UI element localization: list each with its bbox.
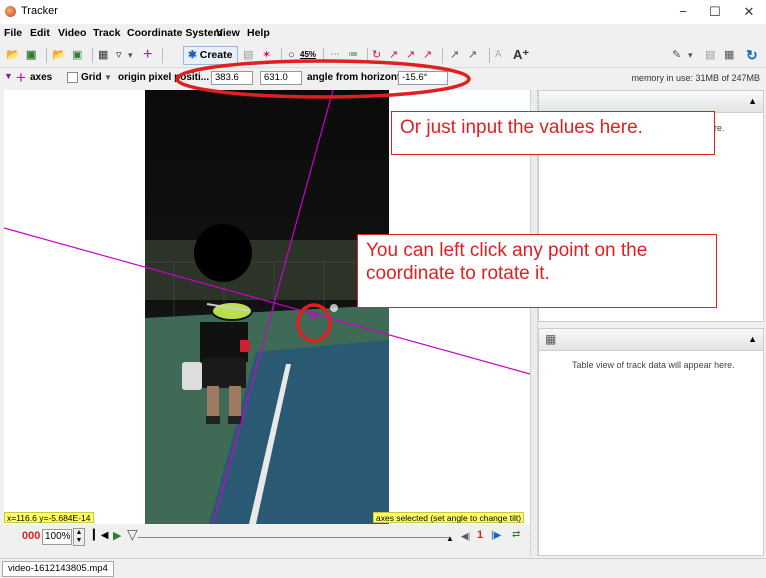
- callout-rotate-axes: You can left click any point on the coor…: [357, 234, 717, 308]
- input-fields-highlight: [175, 59, 471, 99]
- callout-input-values: Or just input the values here.: [391, 111, 715, 155]
